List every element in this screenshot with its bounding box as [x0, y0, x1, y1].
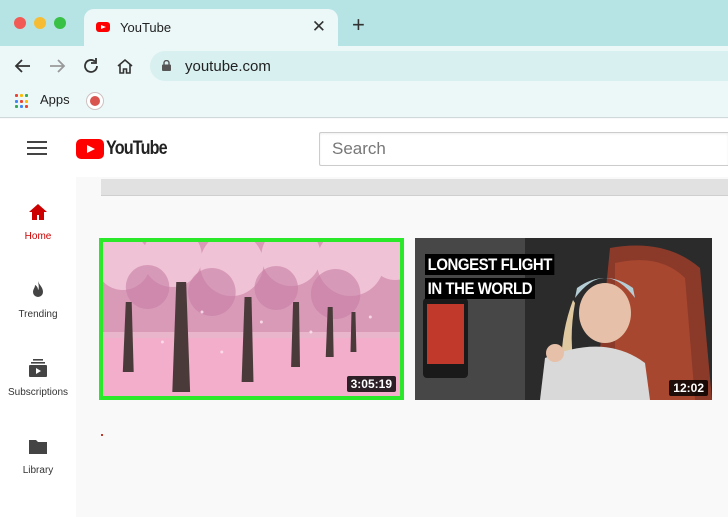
sidebar-item-label: Home	[24, 231, 52, 242]
sidebar-item-trending[interactable]: Trending	[0, 279, 76, 339]
caption-line-2: IN THE WORLD	[425, 278, 535, 299]
youtube-favicon-icon	[96, 22, 110, 32]
new-tab-button[interactable]: +	[352, 14, 365, 36]
search-input[interactable]	[332, 139, 712, 159]
reload-icon[interactable]	[80, 55, 102, 77]
search-box[interactable]	[319, 132, 728, 166]
subscriptions-icon	[29, 359, 47, 377]
video-duration-badge: 3:05:19	[346, 376, 396, 392]
chip-bar	[101, 179, 728, 196]
video-feed: 3:05:19 LONGEST FLIGHT IN THE WORLD 12:0…	[76, 177, 728, 517]
folder-icon	[29, 440, 47, 454]
youtube-logo[interactable]: YouTube	[76, 138, 177, 159]
video-duration-badge: 12:02	[669, 380, 708, 396]
sidebar-item-subscriptions[interactable]: Subscriptions	[0, 357, 76, 417]
youtube-logo-text: YouTube	[106, 138, 168, 159]
home-icon	[29, 204, 47, 220]
address-bar[interactable]: youtube.com	[150, 51, 728, 81]
maximize-window-button[interactable]	[54, 17, 66, 29]
apps-bookmark[interactable]: Apps	[40, 92, 70, 107]
tab-title: YouTube	[120, 20, 172, 35]
browser-toolbar: youtube.com	[0, 46, 728, 86]
sidebar-item-library[interactable]: Library	[0, 435, 76, 495]
forward-arrow-icon[interactable]	[46, 55, 68, 77]
apps-grid-icon[interactable]	[15, 94, 30, 109]
bookmark-extension-icon[interactable]	[86, 92, 104, 110]
tab-youtube[interactable]: YouTube ✕	[84, 9, 338, 46]
stray-mark	[101, 434, 103, 436]
url-text: youtube.com	[185, 58, 271, 75]
back-arrow-icon[interactable]	[12, 55, 34, 77]
lock-icon	[162, 60, 171, 71]
tab-strip: YouTube ✕ +	[0, 0, 728, 46]
sidebar-item-home[interactable]: Home	[0, 201, 76, 261]
home-button-icon[interactable]	[114, 55, 136, 77]
youtube-play-icon	[76, 139, 104, 159]
video-thumbnail-cherry-blossom[interactable]: 3:05:19	[99, 238, 404, 400]
minimize-window-button[interactable]	[34, 17, 46, 29]
browser-window: YouTube ✕ + youtube.com Apps YouTube Sea…	[0, 0, 728, 517]
close-window-button[interactable]	[14, 17, 26, 29]
video-thumbnail-longest-flight[interactable]: LONGEST FLIGHT IN THE WORLD 12:02	[415, 238, 712, 400]
menu-hamburger-icon[interactable]	[27, 141, 47, 155]
tab-close-icon[interactable]: ✕	[312, 17, 326, 37]
flame-icon	[33, 281, 43, 297]
thumbnail-image	[103, 242, 400, 396]
thumbnail-caption: LONGEST FLIGHT IN THE WORLD	[425, 254, 572, 299]
sidebar-item-label: Subscriptions	[7, 387, 69, 398]
guide-sidebar: Home Trending Subscriptions Library	[0, 177, 76, 517]
youtube-masthead: YouTube	[0, 119, 728, 177]
sidebar-item-label: Trending	[18, 309, 58, 320]
bookmarks-bar: Apps	[0, 86, 728, 118]
caption-line-1: LONGEST FLIGHT	[425, 254, 555, 275]
sidebar-item-label: Library	[22, 465, 54, 476]
